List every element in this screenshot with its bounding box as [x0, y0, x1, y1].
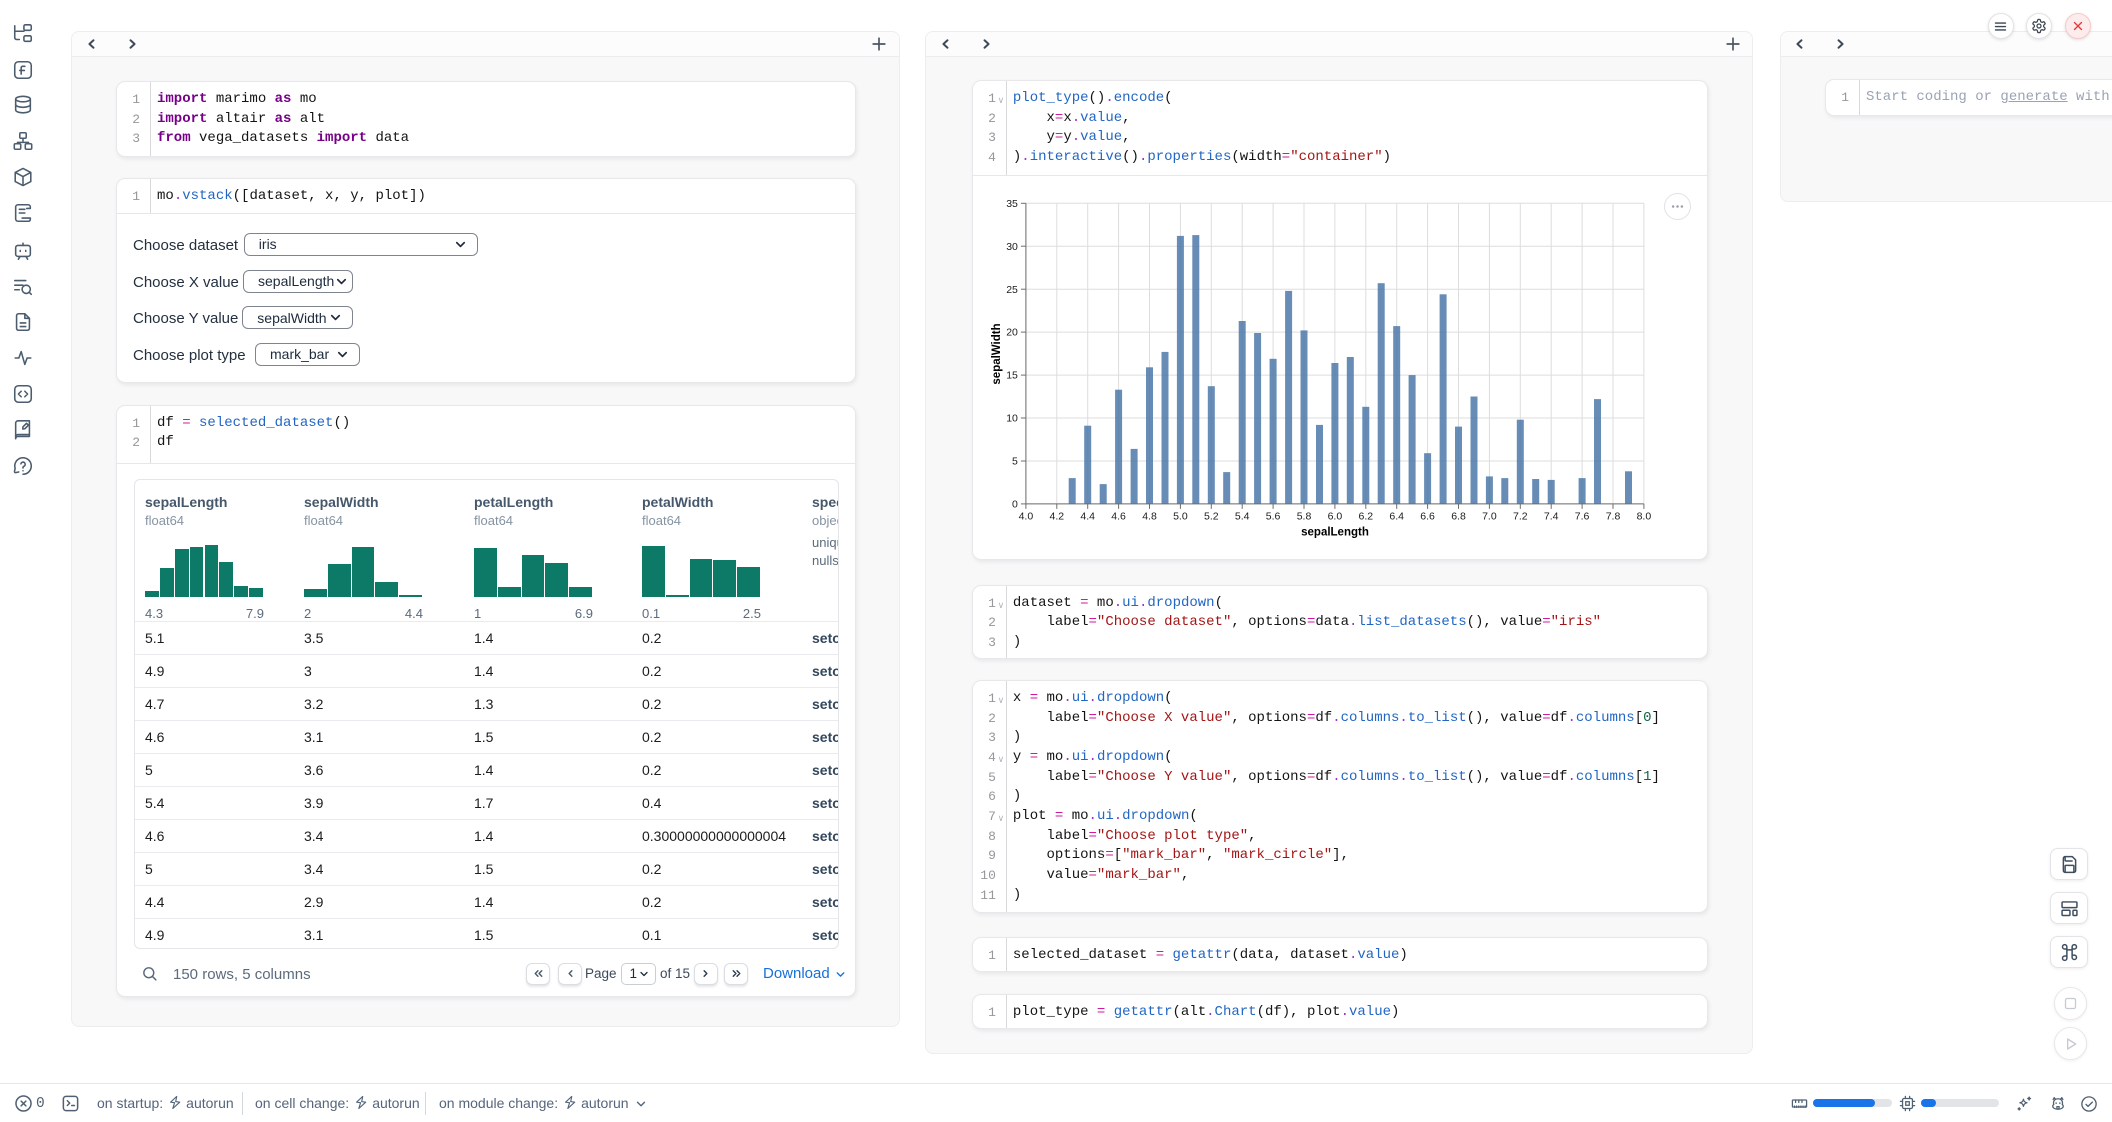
svg-text:7.4: 7.4: [1544, 510, 1559, 522]
svg-text:7.0: 7.0: [1482, 510, 1497, 522]
svg-text:5.0: 5.0: [1173, 510, 1188, 522]
svg-text:5: 5: [1012, 455, 1018, 467]
svg-text:5.6: 5.6: [1266, 510, 1281, 522]
svg-text:5.2: 5.2: [1204, 510, 1219, 522]
svg-text:8.0: 8.0: [1636, 510, 1651, 522]
svg-text:sepalWidth: sepalWidth: [991, 323, 1003, 384]
svg-text:4.0: 4.0: [1018, 510, 1033, 522]
svg-text:5.8: 5.8: [1297, 510, 1312, 522]
svg-text:30: 30: [1006, 241, 1018, 253]
svg-text:6.2: 6.2: [1358, 510, 1373, 522]
svg-text:20: 20: [1006, 326, 1018, 338]
svg-text:4.4: 4.4: [1080, 510, 1095, 522]
svg-text:sepalLength: sepalLength: [1301, 526, 1369, 538]
svg-text:0: 0: [1012, 498, 1018, 510]
svg-text:7.2: 7.2: [1513, 510, 1528, 522]
svg-text:15: 15: [1006, 369, 1018, 381]
svg-text:5.4: 5.4: [1235, 510, 1250, 522]
svg-text:6.8: 6.8: [1451, 510, 1466, 522]
svg-text:4.6: 4.6: [1111, 510, 1126, 522]
svg-text:4.2: 4.2: [1049, 510, 1064, 522]
svg-text:6.4: 6.4: [1389, 510, 1404, 522]
svg-text:35: 35: [1006, 198, 1018, 210]
svg-text:6.6: 6.6: [1420, 510, 1435, 522]
svg-text:10: 10: [1006, 412, 1018, 424]
svg-text:6.0: 6.0: [1327, 510, 1342, 522]
svg-text:7.8: 7.8: [1606, 510, 1621, 522]
svg-text:25: 25: [1006, 284, 1018, 296]
svg-text:4.8: 4.8: [1142, 510, 1157, 522]
svg-text:7.6: 7.6: [1575, 510, 1590, 522]
